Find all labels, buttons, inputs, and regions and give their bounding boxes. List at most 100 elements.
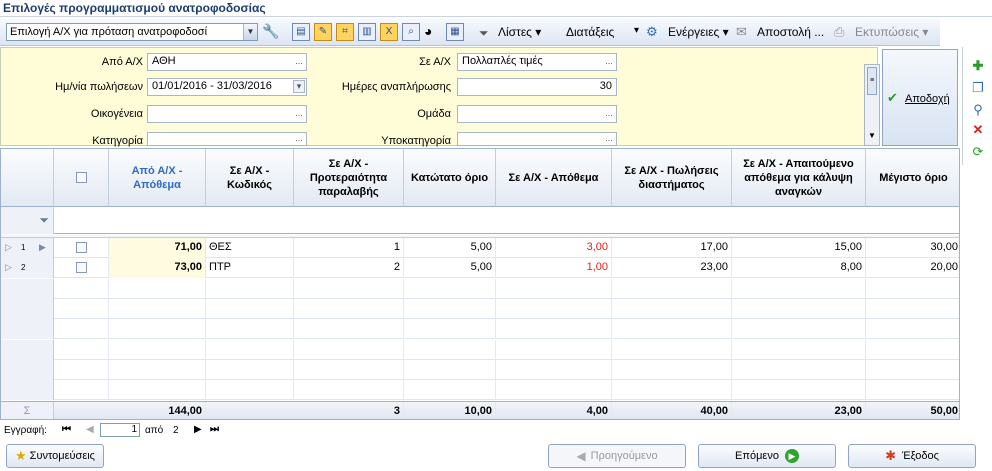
- from-warehouse-field[interactable]: ΑΘΗ ...: [147, 53, 307, 71]
- family-field[interactable]: ...: [147, 105, 307, 123]
- record-number-input[interactable]: 1: [100, 423, 140, 437]
- cell-required[interactable]: 8,00: [732, 258, 866, 279]
- col-header-stock[interactable]: Σε Α/Χ - Απόθεμα: [496, 149, 612, 207]
- col-header-code[interactable]: Σε Α/Χ - Κωδικός: [206, 149, 294, 207]
- exit-button[interactable]: ✱ Έξοδος: [848, 444, 976, 468]
- first-record-icon[interactable]: ⏮: [62, 424, 71, 435]
- row-checkbox[interactable]: [75, 262, 87, 274]
- col-header-required[interactable]: Σε Α/Χ - Απαιτούμενο απόθεμα για κάλυψη …: [732, 149, 866, 207]
- scroll-thumb[interactable]: ≡: [867, 67, 877, 95]
- add-icon[interactable]: ✚: [971, 59, 985, 73]
- cell-code[interactable]: ΘΕΣ: [206, 238, 294, 258]
- total-priority: 3: [294, 402, 404, 419]
- empty-cell: [732, 319, 866, 340]
- lookup-icon[interactable]: ...: [293, 133, 305, 143]
- copy-icon[interactable]: ❐: [971, 81, 985, 95]
- actions-menu[interactable]: Ενέργειες ▾: [668, 25, 729, 39]
- previous-button[interactable]: ◀ Προηγούμενο: [548, 444, 686, 468]
- select-all-header[interactable]: [54, 149, 109, 207]
- col-header-priority[interactable]: Σε Α/Χ - Προτεραιότητα παραλαβής: [294, 149, 404, 207]
- category-field[interactable]: ...: [147, 132, 307, 146]
- col-header-min[interactable]: Κατώτατο όριο: [404, 149, 496, 207]
- cell-stock[interactable]: 1,00: [496, 258, 612, 279]
- shortcuts-button[interactable]: ★ Συντομεύσεις: [6, 444, 104, 468]
- lookup-icon[interactable]: ...: [293, 56, 305, 66]
- next-button[interactable]: Επόμενο ▶: [698, 444, 836, 468]
- lookup-icon[interactable]: ...: [293, 108, 305, 118]
- chevron-down-icon[interactable]: ▼: [243, 24, 257, 40]
- category-label: Κατηγορία: [92, 135, 143, 147]
- row-indicator[interactable]: [1, 380, 54, 401]
- cell-from-stock[interactable]: 71,00: [109, 238, 206, 258]
- edit-form-icon[interactable]: ✎: [314, 23, 332, 41]
- columns-icon[interactable]: ▥: [358, 23, 376, 41]
- sales-dates-field[interactable]: 01/01/2016 - 31/03/2016 ▾: [147, 78, 307, 96]
- cell-required[interactable]: 15,00: [732, 238, 866, 258]
- mode-select[interactable]: Επιλογή Α/Χ για πρόταση ανατροφοδοσί ▼: [6, 23, 258, 41]
- prints-menu[interactable]: Εκτυπώσεις ▾: [855, 25, 928, 39]
- lookup-icon[interactable]: ...: [603, 133, 615, 143]
- next-record-icon[interactable]: ▶: [194, 424, 202, 435]
- col-header-from-stock[interactable]: Από Α/Χ - Απόθεμα: [109, 149, 206, 207]
- row-checkbox[interactable]: [75, 242, 87, 253]
- expand-icon[interactable]: ▷: [5, 258, 12, 277]
- empty-cell: [109, 278, 206, 299]
- row-indicator[interactable]: ▷ 1 ▶: [1, 238, 54, 258]
- col-header-max[interactable]: Μέγιστο όριο: [866, 149, 959, 207]
- row-indicator[interactable]: [1, 298, 54, 319]
- cell-stock[interactable]: 3,00: [496, 238, 612, 258]
- delete-icon[interactable]: ✕: [971, 123, 985, 137]
- col-header-sales[interactable]: Σε Α/Χ - Πωλήσεις διαστήματος: [612, 149, 732, 207]
- scroll-down-icon[interactable]: ▼: [868, 131, 876, 140]
- accept-button[interactable]: ✔ Αποδοχή: [882, 49, 958, 146]
- cell-sales[interactable]: 23,00: [612, 258, 732, 279]
- row-indicator[interactable]: ▷ 2: [1, 258, 54, 279]
- chart-icon[interactable]: ⌗: [336, 23, 354, 41]
- sorts-menu[interactable]: Διατάξεις: [566, 25, 614, 39]
- empty-cell: [866, 340, 959, 360]
- last-record-icon[interactable]: ⏭: [210, 424, 219, 435]
- settings-wrench-icon[interactable]: 🔧: [262, 23, 279, 40]
- to-warehouse-field[interactable]: Πολλαπλές τιμές ...: [457, 53, 617, 71]
- sorts-dropdown-icon[interactable]: ▾: [634, 25, 639, 36]
- color-palette-icon[interactable]: ◕: [424, 23, 432, 39]
- cell-code[interactable]: ΠΤΡ: [206, 258, 294, 279]
- search-doc-icon[interactable]: ⌕: [402, 23, 420, 41]
- filter-scrollbar[interactable]: ≡ ▼: [864, 64, 880, 146]
- row-indicator[interactable]: [1, 339, 54, 360]
- replenish-days-field[interactable]: 30: [457, 78, 617, 96]
- empty-cell: [866, 380, 959, 400]
- row-indicator[interactable]: [1, 278, 54, 299]
- cell-min[interactable]: 5,00: [404, 258, 496, 279]
- row-indicator[interactable]: [1, 359, 54, 380]
- grid-view-icon[interactable]: ▤: [292, 23, 310, 41]
- cell-priority[interactable]: 1: [294, 238, 404, 258]
- lookup-icon[interactable]: ...: [603, 108, 615, 118]
- refresh-icon[interactable]: ⟳: [971, 145, 985, 159]
- group-field[interactable]: ...: [457, 105, 617, 123]
- table-row[interactable]: ▷ 2 73,00 ΠΤΡ 2 5,00 1,00 23,00 8,00 20,00: [1, 258, 959, 279]
- cell-priority[interactable]: 2: [294, 258, 404, 279]
- cell-min[interactable]: 5,00: [404, 238, 496, 258]
- cell-max[interactable]: 20,00: [866, 258, 959, 278]
- cell-from-stock[interactable]: 73,00: [109, 258, 206, 279]
- expand-icon[interactable]: ▷: [5, 238, 12, 257]
- send-menu[interactable]: Αποστολή ...: [757, 25, 824, 39]
- search-icon[interactable]: ⚲: [971, 103, 985, 117]
- empty-cell: [404, 380, 496, 401]
- chevron-down-icon[interactable]: ▾: [293, 80, 305, 93]
- excel-export-icon[interactable]: X: [380, 23, 398, 41]
- table-row[interactable]: ▷ 1 ▶ 71,00 ΘΕΣ 1 5,00 3,00 17,00 15,00 30,00: [1, 238, 959, 258]
- row-indicator[interactable]: [1, 319, 54, 340]
- lookup-icon[interactable]: ...: [603, 56, 615, 66]
- calculator-icon[interactable]: ▦: [446, 23, 464, 41]
- record-current: 1: [131, 424, 137, 435]
- select-all-checkbox[interactable]: [75, 172, 87, 183]
- cell-sales[interactable]: 17,00: [612, 238, 732, 258]
- empty-cell: [109, 339, 206, 360]
- prev-record-icon[interactable]: ◀: [86, 424, 94, 435]
- subcategory-field[interactable]: ...: [457, 132, 617, 146]
- lists-menu[interactable]: Λίστες ▾: [498, 25, 541, 39]
- cell-max[interactable]: 30,00: [866, 238, 959, 258]
- filter-row[interactable]: ⏷: [1, 207, 959, 234]
